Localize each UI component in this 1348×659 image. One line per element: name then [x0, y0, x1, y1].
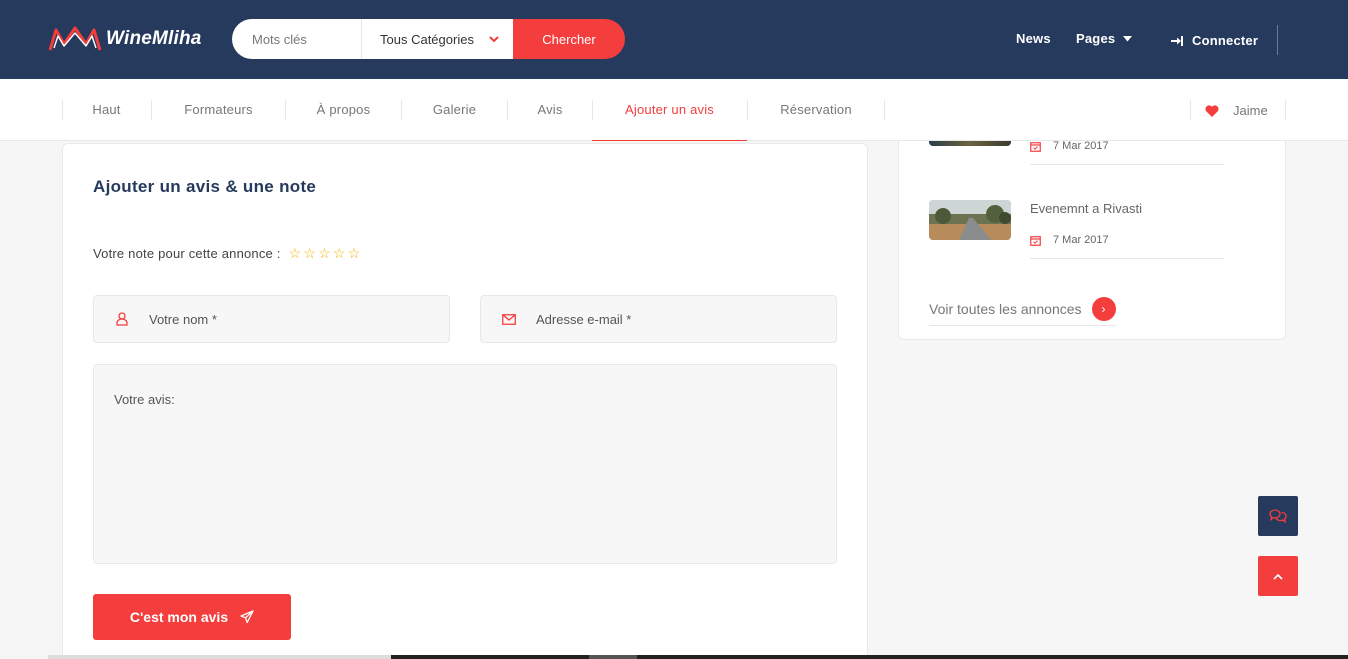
subnav-item-avis[interactable]: Avis [508, 79, 592, 141]
rating-row: Votre note pour cette annonce : ☆ ☆ ☆ ☆ ☆ [93, 245, 360, 262]
star-icon[interactable]: ☆ [318, 245, 331, 262]
category-select[interactable]: Tous Catégories [362, 19, 513, 59]
subnav-item-formateurs[interactable]: Formateurs [152, 79, 285, 141]
star-icon[interactable]: ☆ [303, 245, 316, 262]
bottom-scroll-strip [48, 655, 1348, 659]
name-field[interactable]: Votre nom * [93, 295, 450, 343]
see-all-listings-link[interactable]: Voir toutes les annonces › [929, 297, 1116, 326]
nav-news[interactable]: News [1016, 31, 1051, 46]
search-bar: Tous Catégories Chercher [232, 19, 625, 59]
strip-segment [48, 655, 391, 659]
subnav-item-a-propos[interactable]: À propos [286, 79, 401, 141]
star-icon[interactable]: ☆ [348, 245, 361, 262]
rating-label: Votre note pour cette annonce : [93, 246, 281, 261]
listing-subnav: Haut Formateurs À propos Galerie Avis Aj… [0, 79, 1348, 141]
star-icon[interactable]: ☆ [289, 245, 302, 262]
user-icon [115, 312, 128, 326]
category-select-value: Tous Catégories [380, 31, 474, 47]
chevron-up-icon [1273, 573, 1283, 580]
login-label: Connecter [1192, 33, 1259, 48]
review-textarea-placeholder: Votre avis: [114, 392, 175, 407]
review-form-title: Ajouter un avis & une note [93, 177, 317, 196]
subnav-item-galerie[interactable]: Galerie [402, 79, 507, 141]
event-divider [1030, 258, 1224, 259]
chevron-down-icon [489, 35, 499, 42]
name-field-placeholder: Votre nom * [149, 311, 217, 327]
logo-text: WineMliha [106, 28, 202, 49]
nav-pages-label: Pages [1076, 31, 1116, 46]
keyword-input[interactable] [232, 19, 362, 59]
calendar-icon [1030, 235, 1041, 246]
search-button[interactable]: Chercher [513, 19, 625, 59]
heart-icon [1205, 104, 1219, 117]
site-header: WineMliha Tous Catégories Chercher News … [0, 0, 1348, 79]
review-form-card: Ajouter un avis & une note Votre note po… [62, 143, 868, 659]
subnav-divider [1285, 100, 1286, 120]
sign-in-icon [1171, 35, 1183, 46]
star-icon[interactable]: ☆ [333, 245, 346, 262]
subnav-item-reservation[interactable]: Réservation [748, 79, 884, 141]
road-photo-icon [929, 200, 1011, 240]
event-date: 7 Mar 2017 [1030, 234, 1109, 246]
see-all-label: Voir toutes les annonces [929, 301, 1082, 317]
review-textarea[interactable]: Votre avis: [93, 364, 837, 564]
event-date: 7 Mar 2017 [1030, 140, 1109, 152]
event-divider [1030, 164, 1224, 165]
strip-segment [589, 655, 637, 659]
email-field-placeholder: Adresse e-mail * [536, 311, 632, 327]
event-thumbnail[interactable] [929, 200, 1011, 240]
star-rating[interactable]: ☆ ☆ ☆ ☆ ☆ [289, 245, 361, 262]
caret-down-icon [1123, 35, 1133, 41]
subnav-divider [884, 100, 885, 120]
chevron-right-icon: › [1091, 297, 1116, 321]
logo[interactable]: WineMliha [48, 24, 202, 54]
subnav-divider [1190, 100, 1191, 120]
email-field[interactable]: Adresse e-mail * [480, 295, 837, 343]
paper-plane-icon [240, 610, 254, 624]
logo-mark-icon [48, 26, 102, 51]
nav-pages[interactable]: Pages [1076, 31, 1133, 46]
like-label: Jaime [1233, 103, 1268, 118]
calendar-icon [1030, 141, 1041, 152]
subnav-item-ajouter-un-avis[interactable]: Ajouter un avis [592, 79, 747, 141]
header-divider [1277, 25, 1278, 55]
event-date-text: 7 Mar 2017 [1053, 140, 1109, 152]
submit-review-button[interactable]: C'est mon avis [93, 594, 291, 640]
subnav-item-haut[interactable]: Haut [62, 79, 151, 141]
event-title[interactable]: Evenemnt a Rivasti [1030, 201, 1142, 216]
chat-bubbles-icon [1269, 509, 1287, 523]
like-button[interactable]: Jaime [1205, 103, 1268, 118]
submit-review-label: C'est mon avis [129, 609, 229, 625]
back-to-top-button[interactable] [1258, 556, 1298, 596]
chat-button[interactable] [1258, 496, 1298, 536]
event-date-text: 7 Mar 2017 [1053, 234, 1109, 246]
envelope-icon [501, 313, 516, 325]
login-link[interactable]: Connecter [1171, 33, 1258, 48]
